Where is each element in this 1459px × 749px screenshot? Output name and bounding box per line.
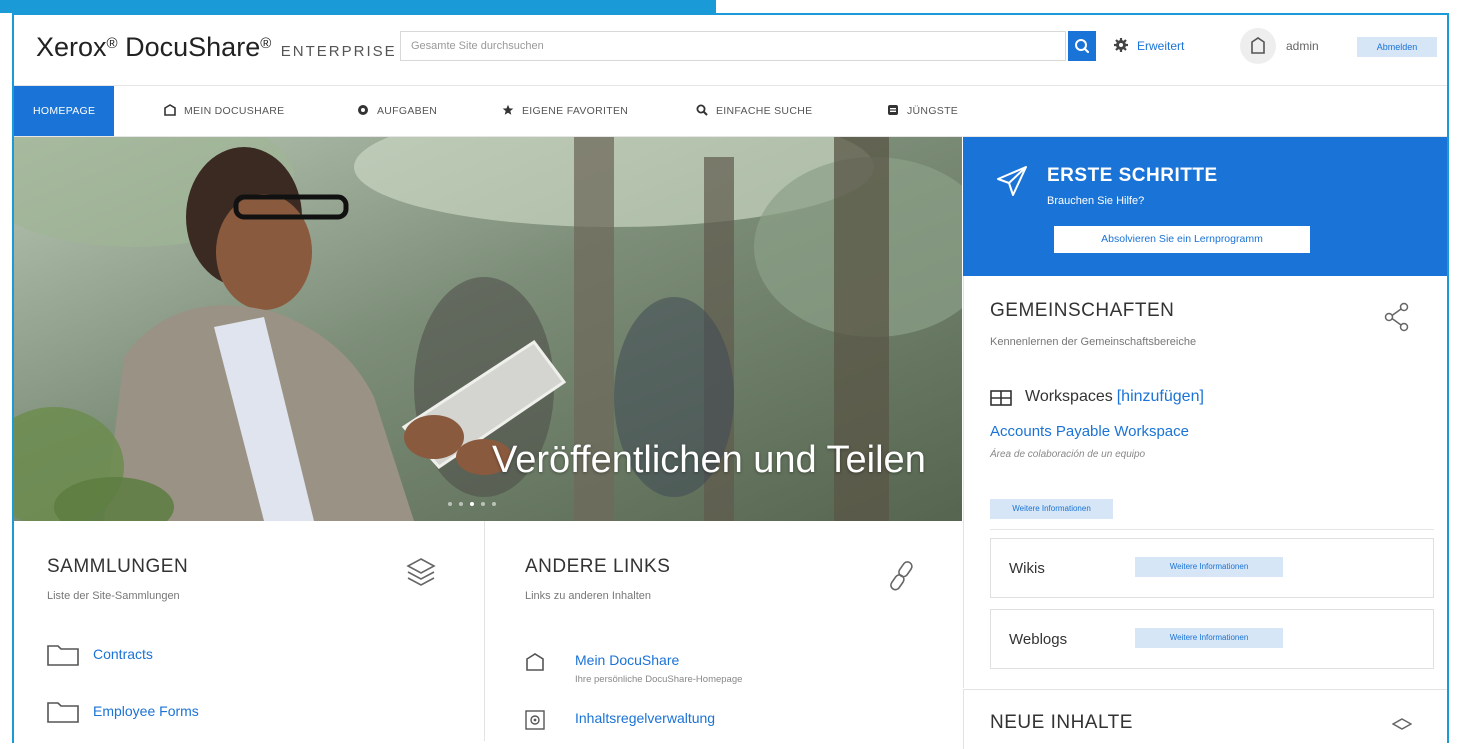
- star-icon: [502, 105, 514, 116]
- other-links-title: ANDERE LINKS: [525, 556, 671, 577]
- more-info-button[interactable]: Weitere Informationen: [990, 499, 1113, 519]
- home-icon: [1251, 37, 1265, 54]
- gear-icon: [358, 105, 368, 116]
- collection-item-contracts[interactable]: Contracts: [47, 644, 347, 668]
- folder-icon: [47, 645, 79, 666]
- home-icon: [164, 104, 176, 117]
- link-title: Mein DocuShare: [575, 652, 680, 668]
- new-content-panel: NEUE INHALTE: [963, 689, 1447, 749]
- other-links-panel: ANDERE LINKS Links zu anderen Inhalten M…: [485, 521, 962, 741]
- paper-plane-icon: [997, 166, 1027, 196]
- user-name[interactable]: admin: [1286, 39, 1319, 53]
- wikis-label: Wikis: [1009, 560, 1045, 577]
- carousel-dot[interactable]: [459, 502, 463, 506]
- workspaces-heading: Workspaces [hinzufügen]: [1025, 388, 1204, 405]
- avatar[interactable]: [1240, 28, 1276, 64]
- link-item-mein-docushare[interactable]: Mein DocuShare Ihre persönliche DocuShar…: [525, 652, 925, 690]
- search-icon: [696, 104, 708, 116]
- advanced-search-link[interactable]: Erweitert: [1137, 39, 1184, 53]
- getting-started-title: ERSTE SCHRITTE: [1047, 165, 1218, 186]
- link-title: Inhaltsregelverwaltung: [575, 710, 716, 726]
- add-workspace-link[interactable]: [hinzufügen]: [1117, 388, 1204, 405]
- nav-item-einfache-suche[interactable]: EINFACHE SUCHE: [696, 86, 812, 136]
- gear-icon[interactable]: [1114, 38, 1128, 52]
- weblogs-box[interactable]: Weblogs Weitere Informationen: [990, 609, 1434, 669]
- new-content-title: NEUE INHALTE: [990, 712, 1133, 733]
- divider: [990, 529, 1434, 530]
- logout-button[interactable]: Abmelden: [1357, 37, 1437, 57]
- collections-title: SAMMLUNGEN: [47, 556, 189, 577]
- communities-title: GEMEINSCHAFTEN: [990, 300, 1175, 321]
- other-links-subtitle: Links zu anderen Inhalten: [525, 590, 651, 602]
- logo[interactable]: Xerox® DocuShare® ENTERPRISE: [36, 32, 397, 63]
- communities-subtitle: Kennenlernen der Gemeinschaftsbereiche: [990, 336, 1197, 348]
- weblogs-more-info-button[interactable]: Weitere Informationen: [1135, 628, 1283, 648]
- browser-frame: Xerox® DocuShare® ENTERPRISE Gesamte Sit…: [12, 13, 1449, 749]
- search-button[interactable]: [1068, 31, 1096, 61]
- hero-carousel[interactable]: Veröffentlichen und Teilen: [14, 137, 962, 521]
- home-icon: [526, 653, 544, 671]
- grid-icon: [990, 390, 1012, 406]
- layers-icon: [1392, 718, 1412, 730]
- link-description: Ihre persönliche DocuShare-Homepage: [575, 674, 743, 685]
- logo-brand: Xerox: [36, 32, 107, 62]
- folder-icon: [47, 702, 79, 723]
- collection-item-employee-forms[interactable]: Employee Forms: [47, 701, 347, 725]
- carousel-dots[interactable]: [448, 493, 503, 511]
- rules-icon: [525, 710, 545, 730]
- header: Xerox® DocuShare® ENTERPRISE Gesamte Sit…: [14, 15, 1447, 85]
- carousel-dot[interactable]: [492, 502, 496, 506]
- wikis-more-info-button[interactable]: Weitere Informationen: [1135, 557, 1283, 577]
- nav-item-juengste[interactable]: JÜNGSTE: [887, 86, 958, 136]
- nav-item-favoriten[interactable]: EIGENE FAVORITEN: [502, 86, 628, 136]
- communities-panel: GEMEINSCHAFTEN Kennenlernen der Gemeinsc…: [963, 276, 1447, 688]
- carousel-dot[interactable]: [481, 502, 485, 506]
- workspace-link[interactable]: Accounts Payable Workspace: [990, 423, 1189, 440]
- collections-panel: SAMMLUNGEN Liste der Site-Sammlungen Con…: [14, 521, 484, 741]
- share-icon[interactable]: [1384, 302, 1410, 332]
- wikis-box[interactable]: Wikis Weitere Informationen: [990, 538, 1434, 598]
- link-icon: [890, 561, 913, 591]
- getting-started-subtitle: Brauchen Sie Hilfe?: [1047, 195, 1145, 207]
- nav-item-homepage[interactable]: HOMEPAGE: [14, 86, 115, 136]
- carousel-dot[interactable]: [448, 502, 452, 506]
- main-nav: HOMEPAGE MEIN DOCUSHARE AUFGABEN EIGENE …: [14, 85, 1447, 137]
- search-input[interactable]: Gesamte Site durchsuchen: [400, 31, 1066, 61]
- tutorial-button[interactable]: Absolvieren Sie ein Lernprogramm: [1054, 226, 1310, 253]
- layers-icon: [406, 558, 436, 586]
- workspace-description: Área de colaboración de un equipo: [990, 449, 1146, 460]
- carousel-dot-active[interactable]: [470, 502, 474, 506]
- link-item-inhaltsregelverwaltung[interactable]: Inhaltsregelverwaltung: [525, 710, 925, 736]
- top-accent-strip: [0, 0, 716, 13]
- nav-item-mein-docushare[interactable]: MEIN DOCUSHARE: [164, 86, 284, 136]
- search-icon: [1075, 39, 1090, 54]
- logo-product: DocuShare: [125, 32, 261, 62]
- nav-item-aufgaben[interactable]: AUFGABEN: [357, 86, 437, 136]
- hero-caption: Veröffentlichen und Teilen: [492, 439, 926, 481]
- recent-icon: [888, 105, 898, 116]
- getting-started-panel: ERSTE SCHRITTE Brauchen Sie Hilfe? Absol…: [963, 137, 1447, 276]
- collections-subtitle: Liste der Site-Sammlungen: [47, 590, 180, 602]
- weblogs-label: Weblogs: [1009, 631, 1068, 648]
- logo-edition: ENTERPRISE: [280, 43, 397, 60]
